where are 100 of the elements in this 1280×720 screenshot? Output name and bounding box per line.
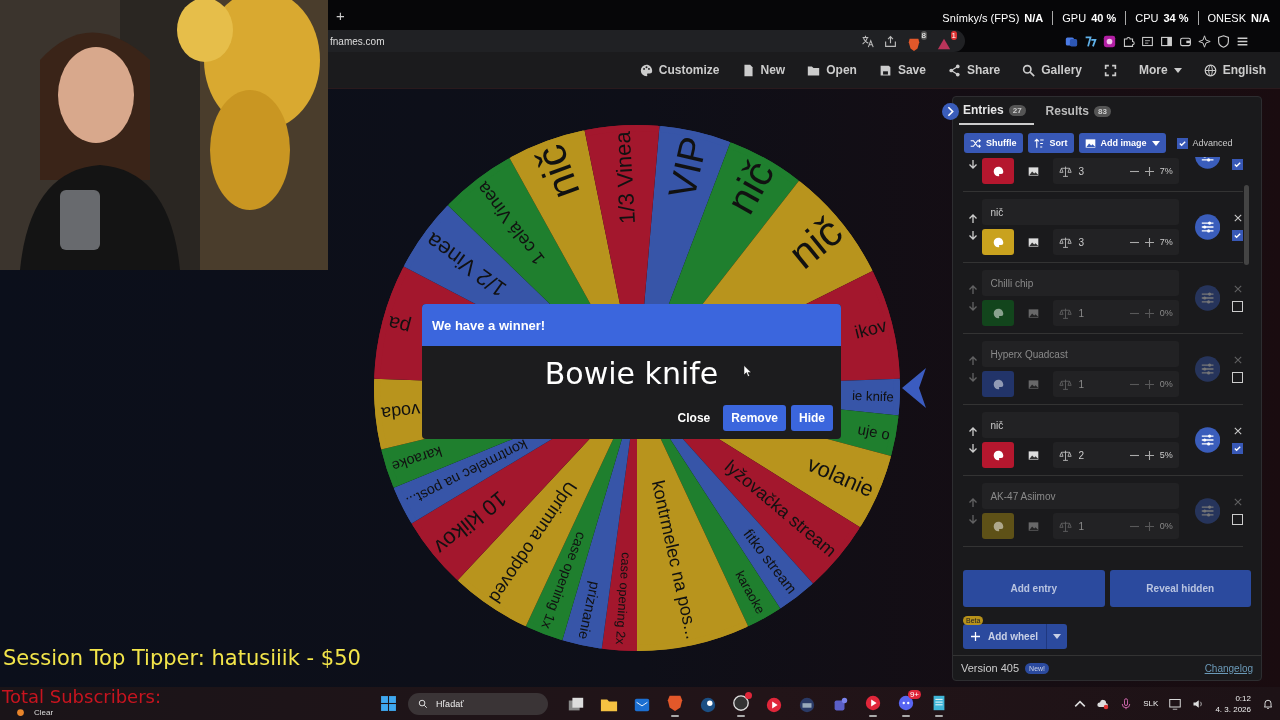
- save-icon: [878, 63, 892, 77]
- panel-tab[interactable]: Entries 27: [959, 97, 1034, 125]
- nav-button[interactable]: New: [741, 63, 786, 77]
- entry-name-field[interactable]: Hyperx Quadcast: [982, 341, 1179, 367]
- checkbox-label: Advanced: [1192, 138, 1233, 148]
- settings-button[interactable]: [1194, 214, 1220, 240]
- slice-label: case opening 2x: [612, 551, 633, 645]
- weight-field[interactable]: 3 7%: [1053, 158, 1179, 184]
- speaker-icon[interactable]: [1192, 697, 1205, 710]
- nav-button[interactable]: English: [1203, 63, 1266, 77]
- puzzle-icon[interactable]: [1122, 34, 1135, 48]
- close-icon[interactable]: [1233, 213, 1242, 222]
- bell-icon[interactable]: [1262, 697, 1274, 710]
- nav-button[interactable]: Open: [807, 63, 857, 77]
- sparkle-icon[interactable]: [1198, 34, 1211, 48]
- sidebar-icon[interactable]: [1160, 34, 1173, 48]
- new-tab-button[interactable]: +: [336, 6, 345, 24]
- monitor-icon[interactable]: [1169, 697, 1182, 710]
- plus-icon[interactable]: [1144, 237, 1154, 247]
- color-swatch[interactable]: [982, 371, 1015, 397]
- slice-label: kontrmelec na pos...: [647, 478, 703, 642]
- cloud-icon[interactable]: [1097, 697, 1110, 710]
- nav-button[interactable]: Save: [878, 63, 926, 77]
- checkbox[interactable]: [1232, 442, 1243, 454]
- percent-text: 5%: [1159, 450, 1173, 460]
- triangle-icon[interactable]: [937, 37, 951, 51]
- changelog-link[interactable]: Changelog: [1204, 662, 1253, 674]
- extension-icon[interactable]: [1084, 34, 1097, 48]
- clock-date[interactable]: 4. 3. 2026: [1215, 704, 1251, 714]
- scrollbar[interactable]: [1244, 185, 1249, 265]
- windows-start-icon[interactable]: [380, 695, 397, 712]
- dropdown-button[interactable]: [1046, 624, 1067, 649]
- weight-field[interactable]: 2 5%: [1053, 442, 1179, 468]
- address-bar[interactable]: fnames.com 8 1: [328, 30, 965, 52]
- move-up-icon[interactable]: [967, 427, 978, 437]
- nav-button[interactable]: Gallery: [1022, 63, 1082, 77]
- extension-icon[interactable]: [1103, 34, 1116, 48]
- share-icon[interactable]: [884, 34, 897, 48]
- stat-label: GPU: [1062, 12, 1087, 24]
- checkbox[interactable]: [1232, 158, 1243, 170]
- nav-button[interactable]: Share: [947, 63, 1001, 77]
- color-swatch[interactable]: [982, 300, 1015, 326]
- weather-icon[interactable]: [16, 708, 25, 717]
- microphone-icon[interactable]: [1120, 697, 1133, 710]
- entry-name-field[interactable]: AK-47 Asiimov: [982, 483, 1179, 509]
- clock-time[interactable]: 0:12: [1235, 693, 1251, 703]
- color-swatch[interactable]: [982, 442, 1015, 468]
- image-icon[interactable]: [1028, 236, 1040, 248]
- add-wheel-button[interactable]: Add wheel: [963, 624, 1046, 649]
- stat-label: ONESK: [1207, 12, 1247, 24]
- weight-value: 1: [1078, 378, 1085, 390]
- dialog-button[interactable]: Hide: [791, 405, 833, 431]
- entry-name-field[interactable]: Chilli chip: [982, 270, 1179, 296]
- translate-icon[interactable]: [861, 34, 874, 48]
- image-icon[interactable]: [1028, 449, 1040, 461]
- move-up-icon[interactable]: [967, 214, 978, 224]
- toolbar-button[interactable]: Sort: [1027, 133, 1074, 153]
- palette-icon: [639, 63, 653, 77]
- plus-icon[interactable]: [1144, 166, 1154, 176]
- dialog-button[interactable]: Close: [669, 405, 719, 431]
- slice-label: ie knife: [851, 388, 895, 405]
- toolbar-button[interactable]: Shuffle: [964, 133, 1023, 153]
- count-badge: 83: [1093, 105, 1111, 117]
- reader-icon[interactable]: [1141, 34, 1154, 48]
- plus-icon[interactable]: [1144, 450, 1154, 460]
- nav-button[interactable]: More: [1139, 63, 1182, 77]
- nav-button[interactable]: Customize: [639, 63, 720, 77]
- notification-dot: [745, 691, 752, 699]
- color-swatch[interactable]: [982, 513, 1015, 539]
- color-swatch[interactable]: [982, 158, 1015, 184]
- move-down-icon[interactable]: [967, 159, 978, 169]
- checkbox[interactable]: [1232, 229, 1243, 241]
- caret-icon: [1053, 634, 1061, 639]
- scale-icon: [1059, 448, 1073, 462]
- settings-button[interactable]: [1194, 427, 1220, 453]
- scale-icon: [1059, 377, 1073, 391]
- checkbox[interactable]: [1176, 137, 1188, 149]
- dialog-button[interactable]: Remove: [723, 405, 786, 431]
- slice-label: VIP: [659, 132, 716, 203]
- shield-icon[interactable]: [1217, 34, 1230, 48]
- language-indicator[interactable]: SLK: [1143, 699, 1159, 708]
- color-swatch[interactable]: [982, 229, 1015, 255]
- toolbar-button[interactable]: Add image: [1078, 133, 1166, 153]
- image-icon[interactable]: [1028, 165, 1040, 177]
- action-button[interactable]: Add entry: [963, 570, 1105, 607]
- move-down-icon[interactable]: [967, 443, 978, 453]
- search-field[interactable]: Hľadať: [408, 692, 548, 715]
- action-button[interactable]: Reveal hidden: [1109, 570, 1251, 607]
- pointer-icon: [902, 368, 926, 408]
- stat-label: Snímky/s (FPS): [942, 12, 1020, 24]
- collapse-chevron-icon[interactable]: [942, 102, 959, 120]
- close-icon[interactable]: [1233, 426, 1242, 435]
- panel-tab[interactable]: Results 83: [1041, 98, 1119, 124]
- move-down-icon[interactable]: [967, 230, 978, 240]
- entry-name-field[interactable]: nič: [982, 199, 1179, 225]
- lion-shield-icon[interactable]: [907, 37, 921, 51]
- fullscreen-icon[interactable]: [1104, 63, 1117, 77]
- image-icon: [1084, 137, 1096, 149]
- weight-field[interactable]: 3 7%: [1053, 229, 1179, 255]
- entry-name-field[interactable]: nič: [982, 412, 1179, 438]
